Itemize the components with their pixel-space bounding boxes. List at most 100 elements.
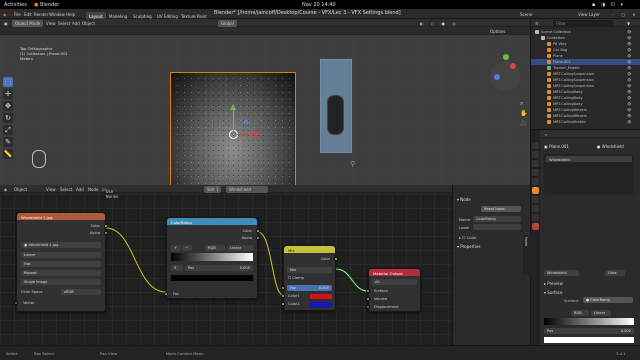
visibility-eye-icon[interactable]: 👁 — [627, 42, 631, 46]
mix-color1-socket[interactable] — [281, 294, 285, 298]
move-tool-icon[interactable]: ✥ — [3, 101, 13, 111]
x-axis-arrow-icon[interactable] — [237, 134, 255, 135]
mix-blend-field[interactable]: Mix — [287, 267, 332, 273]
ramp-mode-field[interactable]: RGB — [205, 245, 225, 251]
visibility-eye-icon[interactable]: 👁 — [627, 120, 631, 124]
node-properties-panel[interactable]: ▾ Properties — [457, 244, 481, 249]
modifier-tab-icon[interactable] — [532, 196, 539, 203]
surface-shader-field[interactable]: ● ColorRamp — [583, 297, 633, 303]
scene-tab-icon[interactable] — [532, 169, 539, 176]
annotate-tool-icon[interactable]: ✎ — [3, 137, 13, 147]
view-layer-selector[interactable]: View Layer — [578, 12, 600, 17]
image-node-title[interactable]: Windshield 1.jpg — [17, 213, 105, 220]
cursor-tool-icon[interactable]: ✛ — [3, 89, 13, 99]
mix-color2-socket[interactable] — [281, 302, 285, 306]
material-users[interactable]: Orbs — [605, 270, 625, 276]
image-vector-socket[interactable] — [14, 301, 18, 305]
rotate-tool-icon[interactable]: ↻ — [3, 113, 13, 123]
activities-button[interactable]: Activities — [4, 2, 27, 8]
image-alpha-socket[interactable] — [104, 231, 108, 235]
image-extension-field[interactable]: Repeat — [21, 270, 101, 276]
output-node-title[interactable]: Material Output — [369, 269, 420, 276]
preview-panel[interactable]: ▸ Preview — [544, 281, 563, 286]
material-tab-icon[interactable] — [532, 223, 539, 230]
gizmo-z-icon[interactable] — [494, 74, 500, 80]
viewport-menu-object[interactable]: Object — [82, 21, 95, 26]
ramp-stop-color-swatch[interactable] — [171, 275, 253, 281]
color-space-field[interactable]: sRGB — [61, 289, 101, 295]
light-icon[interactable]: ⚲ — [350, 160, 355, 168]
properties-search-icon[interactable]: ⌕ — [545, 132, 547, 137]
select-tool-icon[interactable]: ⬚ — [3, 77, 13, 87]
outliner[interactable]: ☰ Filter ▼ Scene Collection 👁 Collection 👁 P… — [530, 19, 640, 129]
options-button[interactable]: Options — [490, 29, 505, 34]
image-source-field[interactable]: Single Image — [21, 279, 101, 285]
mix-color-socket[interactable] — [334, 257, 338, 261]
outliner-editor-icon[interactable]: ☰ — [535, 21, 539, 26]
menu-window[interactable]: Window — [49, 12, 65, 17]
world-tab-icon[interactable] — [532, 178, 539, 185]
mix-node[interactable]: Mix Color Mix ☐ Clamp Fac 0.000 Color1 C… — [281, 245, 338, 311]
ramp-interp-field[interactable]: Linear — [227, 245, 253, 251]
editor-type-icon[interactable]: ▣ — [4, 21, 8, 26]
visibility-eye-icon[interactable]: 👁 — [627, 54, 631, 58]
image-projection-field[interactable]: Flat — [21, 261, 101, 267]
node-panel-title[interactable]: ▾ Node — [457, 197, 471, 202]
app-menu[interactable]: ● Blender — [34, 2, 59, 8]
ramp-color-socket[interactable] — [256, 229, 260, 233]
ramp-pos-field[interactable]: Pos 0.000 — [544, 328, 634, 334]
mode-dropdown[interactable]: Object Mode — [12, 20, 44, 27]
mix-fac-socket[interactable] — [281, 286, 285, 290]
colorramp-gradient[interactable] — [171, 253, 253, 261]
mix-fac-field[interactable]: Fac 0.000 — [287, 285, 332, 291]
ramp-interp-field[interactable]: Linear — [591, 310, 611, 316]
mix-color1-swatch[interactable] — [310, 294, 332, 299]
mix-node-title[interactable]: Mix — [284, 246, 335, 253]
visibility-eye-icon[interactable]: 👁 — [627, 60, 631, 64]
properties-editor[interactable]: ⌕ ▣ Plane.001 ● Windshield Windshield Wi… — [530, 129, 640, 360]
visibility-eye-icon[interactable]: 👁 — [627, 102, 631, 106]
particles-tab-icon[interactable] — [532, 205, 539, 212]
material-selector[interactable]: Windshield — [544, 270, 579, 276]
output-tab-icon[interactable] — [532, 160, 539, 167]
render-tab-icon[interactable] — [532, 151, 539, 158]
visibility-eye-icon[interactable]: 👁 — [627, 108, 631, 112]
image-color-socket[interactable] — [104, 224, 108, 228]
output-surface-socket[interactable] — [366, 289, 370, 293]
image-texture-node[interactable]: Windshield 1.jpg Color Alpha ▣ Windshiel… — [14, 212, 108, 312]
clock[interactable]: Nov 20 14:40 — [302, 2, 336, 8]
viewport-menu-add[interactable]: Add — [72, 21, 80, 26]
shader-node-editor[interactable]: ◈ Object View Select Add Node ☑ Use Node… — [0, 185, 452, 345]
system-tray-icons[interactable]: ▪ ◑ ⏻ ▾ — [592, 2, 625, 8]
z-plane-handle-icon[interactable] — [244, 120, 248, 124]
node-sidebar[interactable]: ▾ Node Reset Node Name ColorRamp Label ▸… — [452, 185, 531, 345]
ramp-gradient-preview[interactable] — [544, 318, 634, 325]
shading-buttons[interactable]: ◐ ○ ● ◎ — [420, 21, 459, 26]
material-slot-list[interactable]: Windshield — [544, 154, 634, 194]
tool-tab-icon[interactable] — [532, 142, 539, 149]
ramp-add-button[interactable]: + — [171, 245, 181, 251]
3d-viewport[interactable]: ▣ Object Mode View Select Add Object Glo… — [0, 19, 530, 185]
gizmo-y-icon[interactable] — [503, 54, 509, 60]
visibility-eye-icon[interactable]: 👁 — [627, 48, 631, 52]
visibility-eye-icon[interactable]: 👁 — [627, 36, 631, 40]
ramp-remove-button[interactable]: − — [182, 245, 192, 251]
scale-tool-icon[interactable]: ⤢ — [3, 125, 13, 135]
transform-orientation[interactable]: Global — [218, 20, 237, 27]
visibility-eye-icon[interactable]: 👁 — [627, 78, 631, 82]
image-interpolation-field[interactable]: Linear — [21, 252, 101, 258]
ramp-node-title[interactable]: ColorRamp — [167, 218, 257, 225]
viewport-menu-select[interactable]: Select — [58, 21, 70, 26]
y-axis-arrow-icon[interactable] — [233, 107, 234, 131]
measure-tool-icon[interactable]: 📏 — [3, 149, 13, 159]
visibility-eye-icon[interactable]: 👁 — [627, 84, 631, 88]
menu-help[interactable]: Help — [66, 12, 75, 17]
node-label-field[interactable] — [473, 224, 521, 230]
ramp-index-field[interactable]: 0 — [171, 265, 183, 271]
material-slot-item[interactable]: Windshield — [546, 156, 632, 162]
car-model-icon[interactable] — [327, 95, 344, 135]
scene-selector[interactable]: Scene — [520, 12, 532, 17]
ramp-color-swatch[interactable] — [544, 337, 634, 343]
ramp-pos-field[interactable]: Pos 0.000 — [185, 265, 253, 271]
gizmo-x-icon[interactable] — [510, 63, 516, 69]
